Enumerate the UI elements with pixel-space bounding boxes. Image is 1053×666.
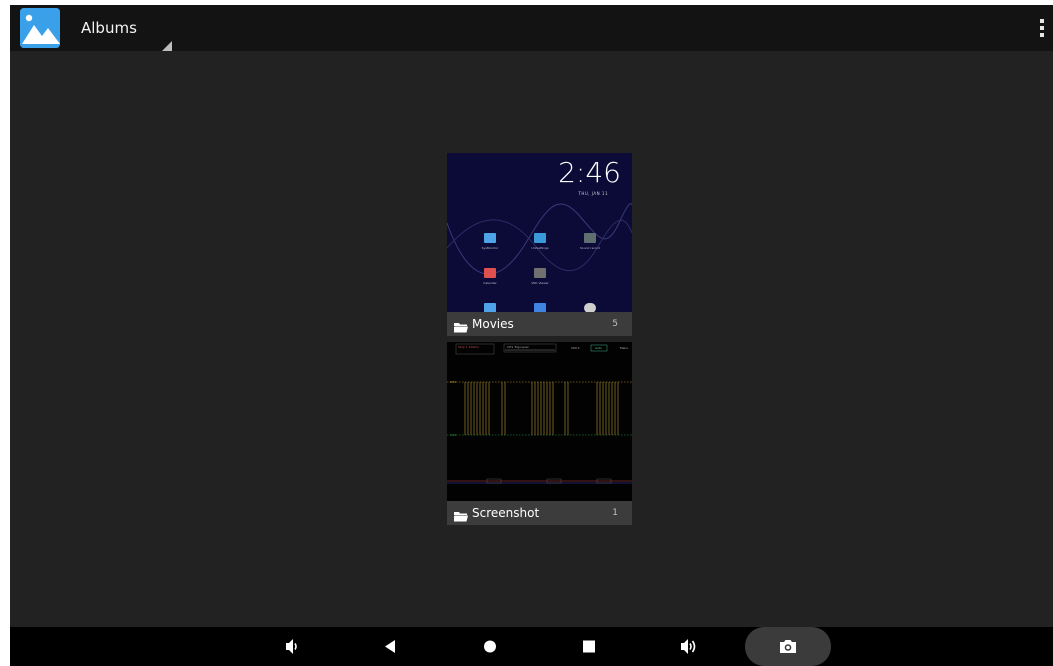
album-thumbnail: 2:46 THU, JAN 11 SysMonitor UniSettings …	[447, 153, 632, 313]
overflow-menu-icon[interactable]	[1034, 16, 1050, 40]
screenshot-camera-icon	[779, 639, 797, 654]
app-icon	[534, 268, 546, 278]
scope-readout: CH2	[450, 433, 457, 437]
album-name: Movies	[472, 317, 514, 331]
page-title: Albums	[81, 19, 137, 37]
app-icon	[584, 233, 596, 243]
app-label: Sound record	[580, 246, 600, 250]
album-count: 1	[612, 508, 618, 518]
album-view-dropdown[interactable]: Albums	[80, 5, 176, 51]
scope-readout: CH1 Trig Level	[507, 345, 529, 349]
app-icon	[484, 268, 496, 278]
screenshot-button[interactable]	[745, 627, 831, 666]
volume-down-icon[interactable]	[272, 627, 312, 666]
back-icon[interactable]	[370, 627, 410, 666]
gallery-screen: Albums 2:46 THU, JAN 11 SysMonitor UniSe…	[10, 5, 1053, 666]
app-icon	[484, 233, 496, 243]
album-thumbnail: Stop 1 100ms CH1 Trig Level 200 S Auto M…	[447, 342, 632, 502]
album-label-bar: Movies 5	[447, 312, 632, 336]
scope-readout: Stop 1 100ms	[458, 345, 479, 349]
navigation-bar	[10, 627, 1053, 666]
album-tile-screenshot[interactable]: Stop 1 100ms CH1 Trig Level 200 S Auto M…	[447, 342, 632, 528]
scope-readout: CH1	[450, 380, 457, 384]
scope-readout: 200 S	[571, 346, 580, 350]
app-icon	[534, 233, 546, 243]
folder-icon	[454, 507, 468, 522]
folder-icon	[454, 318, 468, 333]
album-name: Screenshot	[472, 506, 540, 520]
scope-readout: Auto	[595, 346, 602, 350]
album-label-bar: Screenshot 1	[447, 501, 632, 525]
action-bar: Albums	[10, 5, 1053, 51]
volume-up-icon[interactable]	[669, 627, 709, 666]
app-label: SysMonitor	[481, 246, 499, 250]
scope-readout: Menu	[620, 346, 629, 350]
home-icon[interactable]	[470, 627, 510, 666]
album-tile-movies[interactable]: 2:46 THU, JAN 11 SysMonitor UniSettings …	[447, 153, 632, 339]
recents-icon[interactable]	[569, 627, 609, 666]
app-label: UniSettings	[531, 246, 549, 250]
app-label: Calendar	[483, 281, 497, 285]
date-readout: THU, JAN 11	[578, 191, 608, 196]
dropdown-triangle-icon	[162, 36, 172, 51]
album-count: 5	[612, 319, 618, 329]
clock-readout: 2:46	[558, 156, 621, 189]
gallery-icon[interactable]	[20, 8, 60, 48]
app-label: VNC Viewer	[531, 281, 549, 285]
